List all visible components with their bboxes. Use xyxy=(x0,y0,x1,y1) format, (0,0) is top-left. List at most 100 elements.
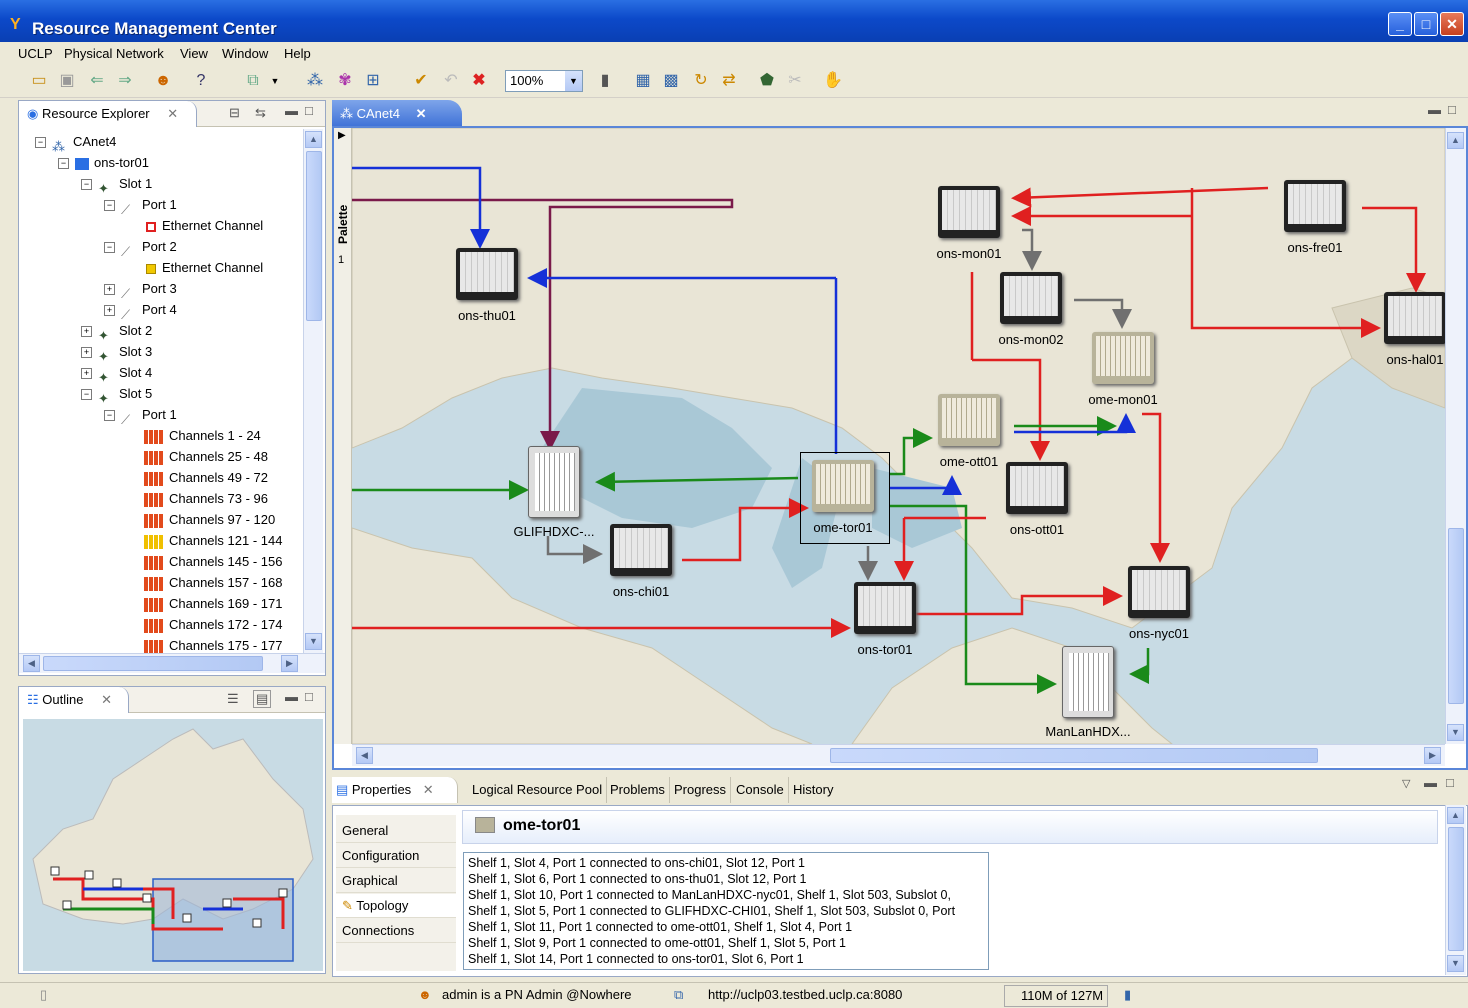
expand-toggle-icon[interactable]: + xyxy=(81,368,92,380)
cluster-icon[interactable]: ✾ xyxy=(334,70,356,92)
tree-row[interactable]: Channels 169 - 171 xyxy=(127,593,282,614)
props-scroll-up-icon[interactable]: ▲ xyxy=(1447,807,1464,824)
close-editor-icon[interactable]: ✕ xyxy=(416,106,427,121)
category-connections[interactable]: Connections xyxy=(336,919,456,943)
close-button[interactable]: ✕ xyxy=(1440,12,1464,36)
tab-problems[interactable]: Problems xyxy=(606,777,670,803)
tree-row[interactable]: Channels 157 - 168 xyxy=(127,572,282,593)
expand-toggle-icon[interactable]: − xyxy=(81,179,92,191)
tree-row[interactable]: Channels 97 - 120 xyxy=(127,509,275,530)
expand-toggle-icon[interactable]: − xyxy=(81,389,92,401)
outline-maximize-icon[interactable]: □ xyxy=(305,689,313,704)
menu-window[interactable]: Window xyxy=(222,46,268,61)
expand-toggle-icon[interactable]: − xyxy=(104,242,115,254)
map-scroll-left-icon[interactable]: ◀ xyxy=(356,747,373,764)
layout-icon[interactable]: ▦ xyxy=(632,70,654,92)
undo-icon[interactable]: ↶ xyxy=(440,70,462,92)
close-tab-icon[interactable]: ✕ xyxy=(167,106,178,121)
network-node[interactable] xyxy=(854,582,916,640)
expand-toggle-icon[interactable]: + xyxy=(81,347,92,359)
category-graphical[interactable]: Graphical xyxy=(336,869,456,893)
tree-row[interactable]: + ✦ Slot 3 xyxy=(81,341,152,364)
props-scroll-down-icon[interactable]: ▼ xyxy=(1447,955,1464,972)
map-scroll-right-icon[interactable]: ▶ xyxy=(1424,747,1441,764)
tree-row[interactable]: − ons-tor01 xyxy=(58,152,149,173)
network-node[interactable] xyxy=(1384,292,1445,350)
resource-explorer-tab[interactable]: ◉ Resource Explorer ✕ xyxy=(19,101,197,127)
menu-view[interactable]: View xyxy=(180,46,208,61)
check-icon[interactable]: ✔ xyxy=(410,70,432,92)
tree-row[interactable]: + ⟋ Port 4 xyxy=(104,299,177,322)
tree-row[interactable]: Ethernet Channel xyxy=(127,215,263,236)
save-icon[interactable]: ▣ xyxy=(56,70,78,92)
category-configuration[interactable]: Configuration xyxy=(336,844,456,868)
map-horizontal-scrollbar[interactable]: ◀ ▶ xyxy=(352,744,1445,766)
tree-vertical-scrollbar[interactable]: ▲ ▼ xyxy=(303,129,323,653)
trash-icon[interactable]: ▮ xyxy=(594,70,616,92)
expand-toggle-icon[interactable]: + xyxy=(104,305,115,317)
tree-row[interactable]: Channels 145 - 156 xyxy=(127,551,282,572)
tree-row[interactable]: Channels 121 - 144 xyxy=(127,530,282,551)
close-properties-icon[interactable]: ✕ xyxy=(423,782,434,797)
map-hscroll-thumb[interactable] xyxy=(830,748,1318,763)
import-icon[interactable]: ⇐ xyxy=(86,70,108,92)
tab-history[interactable]: History xyxy=(789,777,837,803)
connections-list[interactable]: Shelf 1, Slot 4, Port 1 connected to ons… xyxy=(463,852,989,970)
open-folder-icon[interactable]: ▭ xyxy=(28,70,50,92)
zoom-dropdown-icon[interactable]: ▼ xyxy=(565,71,582,91)
pin-icon[interactable]: ⬟ xyxy=(756,70,778,92)
tree-row[interactable]: − ⟋ Port 1 xyxy=(104,194,177,217)
user-icon[interactable]: ☻ xyxy=(152,70,174,92)
tab-logical-resource-pool[interactable]: Logical Resource Pool xyxy=(468,777,608,803)
props-scroll-thumb[interactable] xyxy=(1448,827,1464,951)
scroll-thumb[interactable] xyxy=(306,151,322,321)
zoom-select[interactable]: 100% ▼ xyxy=(505,70,583,92)
tree-row[interactable]: Channels 25 - 48 xyxy=(127,446,268,467)
scroll-up-icon[interactable]: ▲ xyxy=(305,131,322,148)
tab-console[interactable]: Console xyxy=(732,777,789,803)
network-node[interactable] xyxy=(528,446,580,518)
outline-minimap[interactable] xyxy=(23,719,323,971)
network-node[interactable] xyxy=(1284,180,1346,238)
properties-scrollbar[interactable]: ▲ ▼ xyxy=(1445,805,1466,975)
connect-icon[interactable]: ⧉ xyxy=(242,70,264,92)
tab-progress[interactable]: Progress xyxy=(670,777,732,803)
network-link[interactable] xyxy=(1129,648,1150,684)
sync-icon[interactable]: ⇄ xyxy=(718,70,740,92)
network-node[interactable] xyxy=(456,248,518,306)
tree-horizontal-scrollbar[interactable]: ◀ ▶ xyxy=(19,653,325,673)
outline-tab[interactable]: ☷ Outline ✕ xyxy=(19,687,129,713)
bottom-minimize-icon[interactable]: ▬ xyxy=(1424,775,1437,790)
hscroll-thumb[interactable] xyxy=(43,656,263,671)
tree-row[interactable]: − ⟋ Port 2 xyxy=(104,236,177,259)
garbage-collect-icon[interactable]: ▮ xyxy=(1124,987,1131,1003)
menu-physical-network[interactable]: Physical Network xyxy=(64,46,164,61)
topology-canvas[interactable]: ons-thu01 ons-mon01 ons-fre01 ons-mon02 ons-… xyxy=(352,128,1445,744)
map-icon[interactable]: ▩ xyxy=(660,70,682,92)
scroll-right-icon[interactable]: ▶ xyxy=(281,655,298,672)
tree-row[interactable]: Ethernet Channel xyxy=(127,257,263,278)
map-scroll-up-icon[interactable]: ▲ xyxy=(1447,132,1464,149)
refresh-icon[interactable]: ↻ xyxy=(690,70,712,92)
network-node[interactable] xyxy=(1000,272,1062,330)
hand-icon[interactable]: ✋ xyxy=(822,70,844,92)
menu-uclp[interactable]: UCLP xyxy=(18,46,53,61)
hierarchy-icon[interactable]: ⊞ xyxy=(362,70,384,92)
editor-maximize-icon[interactable]: □ xyxy=(1448,102,1456,117)
overview-icon[interactable]: ▤ xyxy=(253,690,272,708)
tab-properties[interactable]: ▤ Properties ✕ xyxy=(332,777,458,803)
palette-strip[interactable]: ▶ Palette 1 xyxy=(334,128,352,744)
bottom-maximize-icon[interactable]: □ xyxy=(1446,775,1454,790)
link-editor-icon[interactable]: ⇆ xyxy=(255,105,266,121)
tree-row[interactable]: Channels 49 - 72 xyxy=(127,467,268,488)
collapse-all-icon[interactable]: ⊟ xyxy=(229,105,240,121)
tree-row[interactable]: + ✦ Slot 4 xyxy=(81,362,152,385)
view-menu-icon[interactable]: ▽ xyxy=(1402,777,1410,790)
status-new-icon[interactable]: ▯ xyxy=(40,987,47,1003)
close-outline-icon[interactable]: ✕ xyxy=(101,692,112,707)
topology-icon[interactable]: ⁂ xyxy=(304,70,326,92)
help-icon[interactable]: ? xyxy=(190,70,212,92)
scroll-down-icon[interactable]: ▼ xyxy=(305,633,322,650)
dropdown-arrow-icon[interactable]: ▼ xyxy=(264,70,286,92)
map-vertical-scrollbar[interactable]: ▲ ▼ xyxy=(1445,128,1466,744)
